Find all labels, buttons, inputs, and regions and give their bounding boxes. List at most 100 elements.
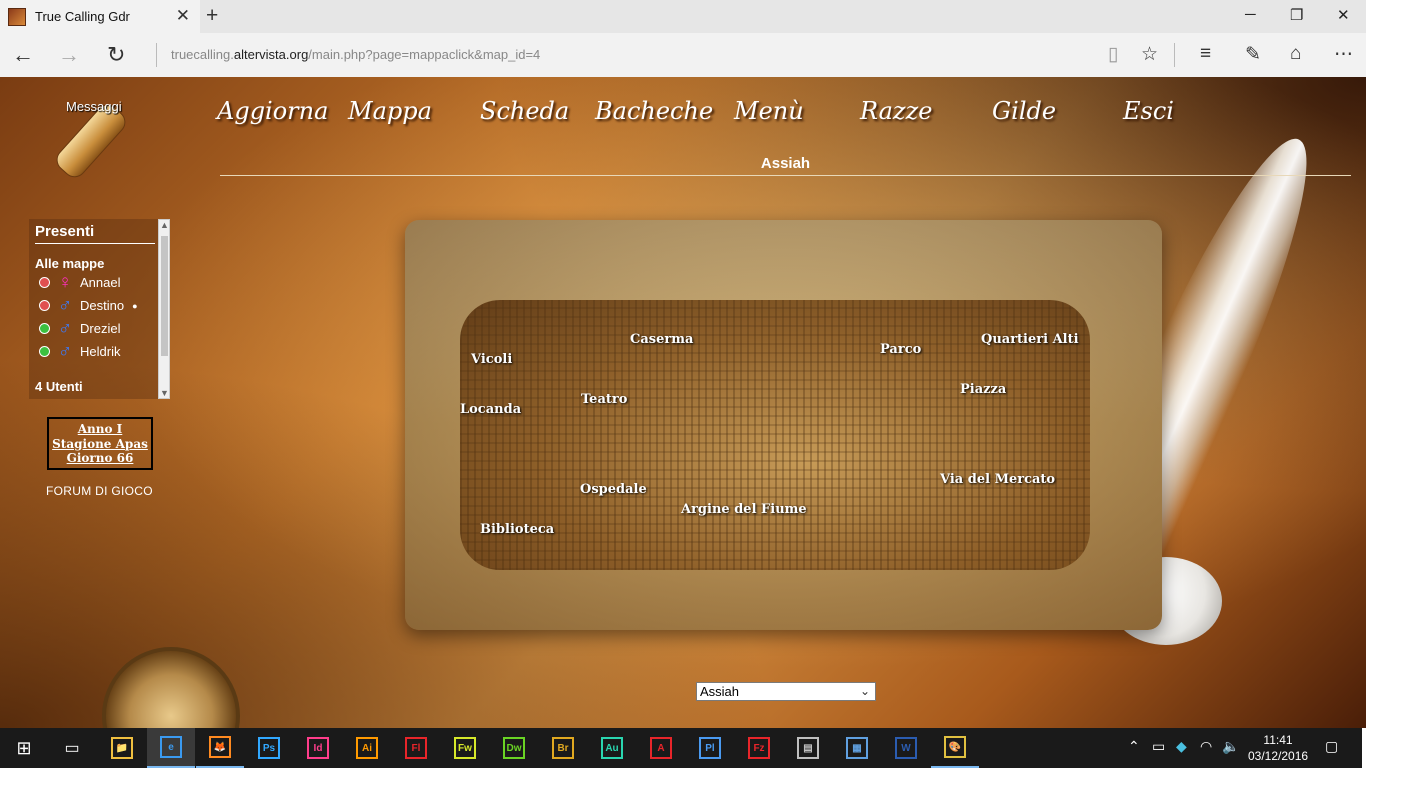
- panel-scrollbar[interactable]: ▲ ▼: [158, 219, 170, 399]
- user-row[interactable]: ♂ Dreziel: [35, 317, 155, 340]
- browser-titlebar: True Calling Gdr ✕ + ─ ❐ ✕: [0, 0, 1366, 33]
- taskbar-app-flash[interactable]: Fl: [392, 728, 440, 768]
- location-caserma[interactable]: Caserma: [630, 332, 693, 347]
- fireworks-icon: Fw: [454, 737, 476, 759]
- audition-icon: Au: [601, 737, 623, 759]
- taskbar-app-printer-app[interactable]: ▤: [784, 728, 832, 768]
- user-name[interactable]: Heldrik: [80, 344, 120, 359]
- location-pin-icon: ●: [132, 300, 138, 311]
- date-season: Stagione Apas: [52, 436, 148, 451]
- system-clock[interactable]: 11:41 03/12/2016: [1248, 732, 1308, 764]
- date-day: Giorno 66: [66, 451, 134, 465]
- tray-app-icon[interactable]: ◆: [1176, 738, 1187, 755]
- menu-scheda[interactable]: Scheda: [480, 97, 569, 125]
- taskbar-app-word[interactable]: W: [882, 728, 930, 768]
- user-row[interactable]: ♂ Heldrik: [35, 340, 155, 363]
- web-note-icon[interactable]: ✎: [1245, 43, 1261, 66]
- location-piazza[interactable]: Piazza: [960, 382, 1006, 397]
- location-quartieri-alti[interactable]: Quartieri Alti: [981, 332, 1079, 347]
- taskbar-app-acrobat[interactable]: A: [637, 728, 685, 768]
- taskbar-app-control-panel[interactable]: ▦: [833, 728, 881, 768]
- refresh-icon[interactable]: ↻: [107, 42, 125, 68]
- action-center-icon[interactable]: ▢: [1325, 738, 1338, 755]
- taskbar-app-bridge[interactable]: Br: [539, 728, 587, 768]
- location-ospedale[interactable]: Ospedale: [580, 482, 647, 497]
- new-tab-button[interactable]: +: [206, 4, 218, 28]
- address-toolbar: ← → ↻ truecalling.altervista.org/main.ph…: [0, 33, 1366, 78]
- taskbar-app-firefox[interactable]: 🦊: [196, 728, 244, 768]
- windows-logo-icon: ⊞: [16, 737, 32, 758]
- close-window-icon[interactable]: ✕: [1337, 6, 1350, 24]
- illustrator-icon: Ai: [356, 737, 378, 759]
- browser-tab[interactable]: True Calling Gdr ✕: [0, 0, 200, 33]
- forum-link[interactable]: FORUM DI GIOCO: [46, 484, 153, 498]
- user-name[interactable]: Destino: [80, 298, 124, 313]
- location-parco[interactable]: Parco: [880, 342, 921, 357]
- menu-bacheche[interactable]: Bacheche: [595, 97, 713, 125]
- edge-icon: e: [160, 736, 182, 758]
- menu-mappa[interactable]: Mappa: [348, 97, 432, 125]
- url-field[interactable]: truecalling.altervista.org/main.php?page…: [171, 47, 540, 62]
- windows-taskbar: ⊞ ▭ 📁 e 🦊 Ps Id Ai Fl Fw Dw Br Au A Pl Fz ▤ ▦ W 🎨 ⌃ ▭ ◆ ◠…: [0, 728, 1362, 768]
- more-icon[interactable]: ⋯: [1334, 43, 1353, 66]
- start-button[interactable]: ⊞: [0, 728, 48, 768]
- battery-icon[interactable]: ▭: [1152, 738, 1165, 755]
- menu-menu[interactable]: Menù: [734, 97, 804, 125]
- restore-icon[interactable]: ❐: [1290, 6, 1303, 24]
- location-biblioteca[interactable]: Biblioteca: [480, 522, 554, 537]
- taskbar-app-paint[interactable]: 🎨: [931, 728, 979, 768]
- location-argine-del-fiume[interactable]: Argine del Fiume: [681, 502, 807, 517]
- taskbar-app-audition[interactable]: Au: [588, 728, 636, 768]
- divider: [220, 175, 1351, 176]
- location-teatro[interactable]: Teatro: [581, 392, 627, 407]
- task-view-icon: ▭: [64, 740, 80, 757]
- scroll-down-icon[interactable]: ▼: [160, 388, 169, 398]
- male-icon: ♂: [57, 317, 73, 339]
- volume-muted-icon[interactable]: 🔈: [1222, 738, 1239, 755]
- taskbar-app-filezilla[interactable]: Fz: [735, 728, 783, 768]
- user-row[interactable]: ♀ Annael: [35, 271, 155, 294]
- online-users-panel: Presenti Alle mappe ♀ Annael ♂ Destino ● ♂ Dre…: [29, 219, 170, 399]
- map-select[interactable]: Assiah ⌄: [696, 682, 876, 701]
- scroll-up-icon[interactable]: ▲: [160, 220, 169, 230]
- wifi-icon[interactable]: ◠: [1200, 738, 1212, 755]
- back-arrow-icon[interactable]: ←: [12, 42, 34, 68]
- task-view-button[interactable]: ▭: [48, 728, 96, 768]
- menu-gilde[interactable]: Gilde: [992, 97, 1056, 125]
- status-dot-icon: [39, 346, 50, 357]
- taskbar-app-fireworks[interactable]: Fw: [441, 728, 489, 768]
- game-date-box[interactable]: Anno I Stagione Apas Giorno 66: [47, 417, 153, 470]
- taskbar-app-dreamweaver[interactable]: Dw: [490, 728, 538, 768]
- user-name[interactable]: Dreziel: [80, 321, 120, 336]
- share-icon[interactable]: ⌂: [1290, 43, 1301, 65]
- menu-razze[interactable]: Razze: [860, 97, 932, 125]
- star-icon[interactable]: ☆: [1141, 43, 1158, 66]
- indesign-icon: Id: [307, 737, 329, 759]
- close-tab-icon[interactable]: ✕: [176, 6, 190, 26]
- forward-arrow-icon[interactable]: →: [58, 42, 80, 68]
- taskbar-app-prelude[interactable]: Pl: [686, 728, 734, 768]
- user-row[interactable]: ♂ Destino ●: [35, 294, 155, 317]
- taskbar-app-photoshop[interactable]: Ps: [245, 728, 293, 768]
- taskbar-app-illustrator[interactable]: Ai: [343, 728, 391, 768]
- show-hidden-icons-icon[interactable]: ⌃: [1128, 738, 1140, 755]
- user-name[interactable]: Annael: [80, 275, 120, 290]
- reading-view-icon[interactable]: ▯: [1108, 43, 1118, 66]
- location-locanda[interactable]: Locanda: [460, 402, 521, 417]
- presenti-heading: Presenti: [35, 223, 155, 244]
- location-via-del-mercato[interactable]: Via del Mercato: [940, 472, 1055, 487]
- taskbar-app-file-explorer[interactable]: 📁: [98, 728, 146, 768]
- menu-esci[interactable]: Esci: [1123, 97, 1174, 125]
- taskbar-app-edge[interactable]: e: [147, 728, 195, 768]
- messages-button[interactable]: Messaggi: [38, 95, 136, 187]
- status-dot-icon: [39, 300, 50, 311]
- site-favicon-icon: [8, 7, 26, 26]
- taskbar-app-indesign[interactable]: Id: [294, 728, 342, 768]
- map-select-value: Assiah: [700, 684, 740, 699]
- menu-aggiorna[interactable]: Aggiorna: [217, 97, 328, 125]
- location-vicoli[interactable]: Vicoli: [471, 352, 512, 367]
- bridge-icon: Br: [552, 737, 574, 759]
- hub-icon[interactable]: ≡: [1200, 43, 1211, 65]
- minimize-icon[interactable]: ─: [1245, 6, 1256, 23]
- scrollbar-thumb[interactable]: [161, 236, 168, 356]
